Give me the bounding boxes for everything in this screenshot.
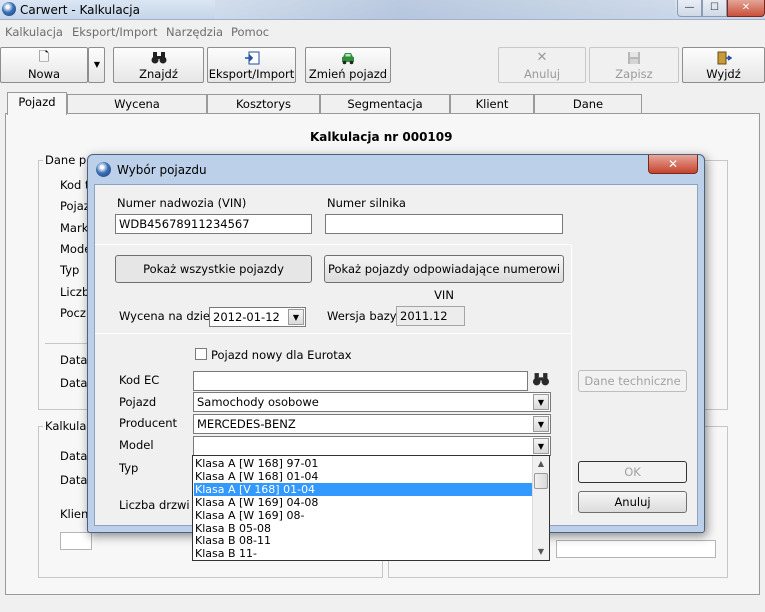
bg-label-data-3: Data: [60, 449, 88, 463]
tab-klient[interactable]: Klient: [450, 94, 534, 114]
dialog-separator-2: [95, 333, 571, 334]
binoculars-icon: [151, 51, 167, 65]
vin-field[interactable]: WDB45678911234567: [115, 214, 312, 234]
model-option[interactable]: Klasa A [W 169] 08-: [194, 509, 533, 522]
tab-pojazd[interactable]: Pojazd: [7, 92, 67, 115]
menubar: Kalkulacja Eksport/Import Narzędzia Pomo…: [0, 22, 765, 42]
model-option[interactable]: Klasa A [W 168] 01-04: [194, 470, 533, 483]
cancel-button[interactable]: Anuluj: [578, 491, 687, 513]
chevron-down-icon[interactable]: ▼: [533, 416, 549, 432]
engine-number-field[interactable]: [325, 214, 563, 234]
x-icon: ✕: [536, 50, 548, 65]
vin-label: Numer nadwozia (VIN): [117, 196, 247, 210]
change-vehicle-button[interactable]: Zmień pojazd: [305, 47, 391, 83]
tab-wycena[interactable]: Wycena: [67, 94, 207, 114]
technical-data-button[interactable]: Dane techniczne: [578, 370, 687, 392]
new-vehicle-label: Pojazd nowy dla Eurotax: [211, 348, 352, 362]
bg-right-field: [556, 540, 716, 558]
menu-eksport-import[interactable]: Eksport/Import: [72, 25, 158, 39]
dialog-vertical-separator: [571, 245, 572, 515]
dropdown-arrow-icon: ▼: [93, 60, 101, 69]
model-option[interactable]: Klasa A [V 168] 01-04: [194, 482, 533, 496]
bg-label-data-1: Data: [60, 353, 88, 367]
cancel-toolbar-button[interactable]: ✕ Anuluj: [498, 47, 586, 83]
valuation-date-picker[interactable]: 2012-01-12 ▼: [209, 307, 306, 327]
menu-kalkulacja[interactable]: Kalkulacja: [5, 25, 63, 39]
toolbar: 🗋 Nowa ▼ Znajdź Eksport/Import Zmień poj…: [0, 44, 765, 88]
model-option[interactable]: Klasa A [W 169] 04-08: [194, 496, 533, 509]
dialog-title: Wybór pojazdu: [117, 163, 207, 177]
tab-segmentacja[interactable]: Segmentacja techniczna: [320, 94, 450, 130]
producer-value: MERCEDES-BENZ: [197, 417, 296, 431]
valuation-date-value: 2012-01-12: [213, 310, 280, 324]
floppy-disk-icon: [626, 51, 642, 65]
db-version-label: Wersja bazy: [327, 309, 397, 323]
scroll-up-arrow-icon[interactable]: ▲: [533, 456, 549, 472]
window-titlebar: Carwert - Kalkulacja — ☐ ✕: [0, 0, 765, 20]
show-vin-vehicles-button[interactable]: Pokaż pojazdy odpowiadające numerowi VIN: [324, 255, 564, 302]
ec-code-label: Kod EC: [119, 373, 160, 387]
titlebar-background: [215, 0, 675, 19]
binoculars-icon[interactable]: [532, 372, 550, 388]
chevron-down-icon[interactable]: ▼: [533, 438, 549, 454]
chevron-down-icon[interactable]: ▼: [288, 309, 304, 325]
model-option[interactable]: Klasa B 05-08: [194, 522, 533, 535]
find-button[interactable]: Znajdź: [113, 47, 204, 83]
tab-kosztorys[interactable]: Kosztorys: [207, 94, 320, 114]
bg-label-typ: Typ: [60, 263, 80, 277]
exit-door-icon: [716, 51, 732, 65]
producer-select[interactable]: MERCEDES-BENZ ▼: [193, 414, 551, 434]
new-document-icon: 🗋: [38, 50, 50, 65]
vehicle-type-select[interactable]: Samochody osobowe ▼: [193, 392, 551, 412]
app-icon: [2, 2, 16, 16]
db-version-field: 2011.12: [396, 306, 465, 326]
list-scrollbar[interactable]: ▲ ▼: [532, 456, 549, 560]
new-dropdown-button[interactable]: ▼: [88, 47, 105, 83]
dialog-app-icon: [96, 162, 111, 177]
show-all-vehicles-button[interactable]: Pokaż wszystkie pojazdy: [115, 255, 312, 283]
model-dropdown-list[interactable]: Klasa A [W 168] 97-01 Klasa A [W 168] 01-…: [192, 455, 550, 561]
bg-label-data-4: Data: [60, 473, 88, 487]
dialog-separator-1: [95, 244, 571, 245]
bg-client-field: [60, 532, 92, 550]
bg-label-data-2: Data: [60, 376, 88, 390]
model-option[interactable]: Klasa A [W 168] 97-01: [194, 457, 533, 470]
scroll-thumb[interactable]: [534, 473, 548, 489]
tab-dane-uzupelniajace[interactable]: Dane uzupełniające: [534, 94, 642, 130]
window-title: Carwert - Kalkulacja: [20, 3, 140, 17]
model-label: Model: [119, 438, 154, 452]
model-option[interactable]: Klasa B 08-11: [194, 534, 533, 547]
menu-narzedzia[interactable]: Narzędzia: [166, 25, 223, 39]
type-label: Typ: [119, 461, 139, 475]
save-toolbar-button[interactable]: Zapisz: [589, 47, 679, 83]
vehicle-type-label: Pojazd: [119, 395, 157, 409]
engine-number-label: Numer silnika: [327, 196, 406, 210]
exit-button[interactable]: Wyjdź: [682, 47, 765, 83]
ec-code-field[interactable]: [193, 371, 528, 391]
doors-label: Liczba drzwi: [119, 498, 190, 512]
new-button[interactable]: 🗋 Nowa: [0, 47, 88, 83]
maximize-button[interactable]: ☐: [702, 0, 727, 17]
new-vehicle-checkbox[interactable]: [195, 348, 207, 360]
car-icon: [340, 51, 356, 65]
valuation-date-label: Wycena na dzień: [119, 309, 218, 323]
ok-button[interactable]: OK: [578, 461, 687, 483]
dialog-close-button[interactable]: ✕: [648, 155, 698, 174]
export-import-button[interactable]: Eksport/Import: [207, 47, 296, 83]
scroll-down-arrow-icon[interactable]: ▼: [533, 544, 549, 560]
bg-label-pocz: Pocz.: [60, 306, 90, 320]
minimize-button[interactable]: —: [677, 0, 702, 17]
close-window-button[interactable]: ✕: [727, 0, 765, 17]
model-option[interactable]: Klasa B 11-: [194, 547, 533, 560]
menu-pomoc[interactable]: Pomoc: [231, 25, 269, 39]
calculation-title: Kalkulacja nr 000109: [310, 130, 453, 144]
export-icon: [244, 51, 260, 65]
chevron-down-icon[interactable]: ▼: [533, 394, 549, 410]
producer-label: Producent: [119, 416, 178, 430]
vehicle-type-value: Samochody osobowe: [197, 395, 319, 409]
model-select[interactable]: ▼: [193, 436, 551, 456]
